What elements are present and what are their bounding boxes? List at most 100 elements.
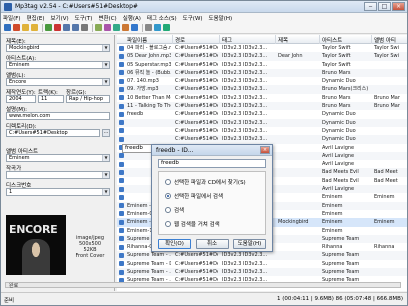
favorites-icon[interactable] (45, 24, 52, 31)
browse-directory-button[interactable]: … (102, 129, 110, 137)
chevron-down-icon[interactable]: ▼ (102, 189, 109, 195)
table-row[interactable]: Supreme Team - ... C:#Users#51#De... ID3v2… (117, 251, 407, 260)
status-bar: 준비 1 (00:04:11 | 9.6MB) 86 (05:07:48 | 6… (1, 292, 407, 305)
save-icon[interactable] (4, 24, 11, 31)
radio-icon[interactable] (165, 221, 171, 227)
title-bar[interactable]: Mp3tag v2.54 - C:#Users#51#Desktop# ‒ □ … (1, 1, 407, 13)
playlist-icon[interactable] (131, 24, 138, 31)
dialog-close-button[interactable]: × (260, 146, 270, 154)
track-field[interactable]: 11 (38, 95, 64, 103)
table-cell: ID3v2.3 ID3v2.3... (222, 260, 268, 267)
radio-icon[interactable] (165, 179, 171, 185)
table-row[interactable]: freedb C:#Users#51#De... ID3v2.3 ID3v2.3..… (117, 110, 407, 118)
column-divider[interactable] (275, 35, 276, 44)
column-filename[interactable]: 파일이름 (127, 36, 147, 44)
menu-tools[interactable]: 도구(T) (75, 14, 93, 22)
text-tag-icon[interactable] (81, 24, 88, 31)
column-divider[interactable] (371, 35, 372, 44)
dialog-title-bar[interactable]: freedb - ID... × (152, 145, 272, 156)
table-row[interactable]: 09. 가방.mp3 C:#Users#51#De... ID3v2.3 ID3v2… (117, 85, 407, 94)
tag-source-icon[interactable] (113, 24, 120, 31)
menu-tag-sources[interactable]: 태그 소스(S) (147, 14, 177, 22)
menu-file[interactable]: 파일(F) (3, 14, 21, 22)
table-row[interactable]: Supreme Team - ... C:#Users#51#De... ID3v2… (117, 268, 407, 277)
option-web-search[interactable]: 웹 검색을 거쳐 검색 (165, 220, 220, 228)
option-search[interactable]: 검색 (165, 206, 184, 214)
column-divider[interactable] (219, 35, 220, 44)
directory-field[interactable]: C:#Users#51#Desktop (6, 129, 100, 137)
chevron-down-icon[interactable]: ▼ (102, 79, 109, 85)
chevron-down-icon[interactable]: ▼ (102, 155, 109, 161)
menu-view[interactable]: 보기(V) (50, 14, 68, 22)
composer-field[interactable]: ▼ (6, 171, 110, 179)
web-icon[interactable] (163, 24, 170, 31)
table-row[interactable]: C:#Users#51#De... ID3v2.3 ID3v2.3... Dynam… (117, 127, 407, 135)
album-cover[interactable]: ENCORE (6, 215, 66, 275)
genre-field[interactable]: Rap / Hip-hop (66, 95, 110, 103)
ok-button[interactable]: 확인(O) (158, 239, 191, 249)
close-button[interactable]: × (392, 2, 405, 11)
column-tag[interactable]: 태그 (222, 36, 232, 44)
table-cell: Dynamic Duo (322, 78, 356, 85)
freedb-source-field[interactable]: freedb (158, 159, 266, 168)
year-field[interactable]: 2004 (6, 95, 36, 103)
remove-tag-icon[interactable] (54, 24, 61, 31)
auto-number-icon[interactable] (95, 24, 102, 31)
export-icon[interactable] (122, 24, 129, 31)
table-cell: Eminem (374, 219, 395, 226)
album-artist-field[interactable]: Eminem ▼ (6, 154, 110, 162)
radio-selected-icon[interactable] (165, 193, 171, 199)
audio-file-icon (119, 203, 124, 209)
table-cell: Avril Lavigne (322, 161, 355, 168)
table-cell: Mockingbird (278, 219, 309, 226)
table-row[interactable]: C:#Users#51#De... ID3v2.3 ID3v2.3... Dynam… (117, 135, 407, 144)
minimize-button[interactable]: ‒ (364, 2, 377, 11)
artist-field[interactable]: Eminem ▼ (6, 61, 110, 69)
menu-convert[interactable]: 변환(C) (98, 14, 116, 22)
table-row[interactable]: 07. 140.mp3 C:#Users#51#De... ID3v2.3 ID3v… (117, 77, 407, 85)
chevron-down-icon[interactable]: ▼ (102, 172, 109, 178)
help-button[interactable]: 도움말(H) (233, 239, 266, 249)
table-row[interactable]: 10 Better Than Me... C:#Users#51#De... ID3… (117, 94, 407, 102)
table-row[interactable]: 05 Dear John.mp3 C:#Users#51#De... ID3v2.3… (117, 52, 407, 61)
undo-icon[interactable] (13, 24, 20, 31)
table-row[interactable]: 06 뮤직 놀 - (Bubb... C:#Users#51#De... ID3v2… (117, 68, 407, 78)
table-row[interactable]: 11 - Talking To The... C:#Users#51#De... I… (117, 102, 407, 111)
chevron-down-icon[interactable]: ▼ (102, 62, 109, 68)
table-row[interactable]: Supreme Team - D... C:#Users#51#De... ID3v… (117, 260, 407, 268)
maximize-button[interactable]: □ (378, 2, 391, 11)
chevron-down-icon[interactable]: ▼ (102, 45, 109, 51)
table-row[interactable]: 04 파리 - 블로그숨.mp3 C:#Users#51#De... ID3v2.3… (117, 44, 407, 52)
help-icon[interactable] (154, 24, 161, 31)
table-cell: Bruno Mars (322, 103, 351, 110)
comment-field[interactable]: www.melon.com (6, 112, 110, 120)
disc-field[interactable]: 1 ▼ (6, 188, 110, 196)
add-folder-icon[interactable] (31, 24, 38, 31)
menu-edit[interactable]: 편집(E) (27, 14, 45, 22)
file-tag-icon[interactable] (72, 24, 79, 31)
column-divider[interactable] (172, 35, 173, 44)
column-divider[interactable] (319, 35, 320, 44)
open-folder-icon[interactable] (22, 24, 29, 31)
column-path[interactable]: 경로 (175, 36, 185, 44)
table-row[interactable]: 05 Superstar.mp3 C:#Users#51#De... ID3v2.3… (117, 61, 407, 69)
option-selected-files[interactable]: 선택한 파일에서 검색 (165, 192, 223, 200)
options-icon[interactable] (145, 24, 152, 31)
cancel-button[interactable]: 취소 (195, 239, 229, 249)
column-artist[interactable]: 아티스트 (322, 36, 342, 44)
table-row[interactable]: C:#Users#51#De... ID3v2.3 ID3v2.3... Dynam… (117, 118, 407, 127)
radio-icon[interactable] (165, 207, 171, 213)
menu-window[interactable]: 도구(W) (183, 14, 203, 22)
column-title[interactable]: 제목 (278, 36, 288, 44)
tag-file-icon[interactable] (63, 24, 70, 31)
column-album-artist[interactable]: 앨범 아티 (374, 36, 396, 44)
title-field[interactable]: Mockingbird ▼ (6, 44, 110, 52)
table-cell: C:#Users#51#De... (175, 136, 218, 143)
menu-actions[interactable]: 실행(A) (123, 14, 141, 22)
menu-help[interactable]: 도움말(H) (209, 14, 233, 22)
option-files-and-cd[interactable]: 선택한 파일과 CD에서 찾기(S) (165, 178, 246, 186)
album-field[interactable]: Encore ▼ (6, 78, 110, 86)
actions-icon[interactable] (104, 24, 111, 31)
table-cell: Eminem (322, 202, 343, 209)
freedb-source-value: freedb (161, 160, 179, 166)
